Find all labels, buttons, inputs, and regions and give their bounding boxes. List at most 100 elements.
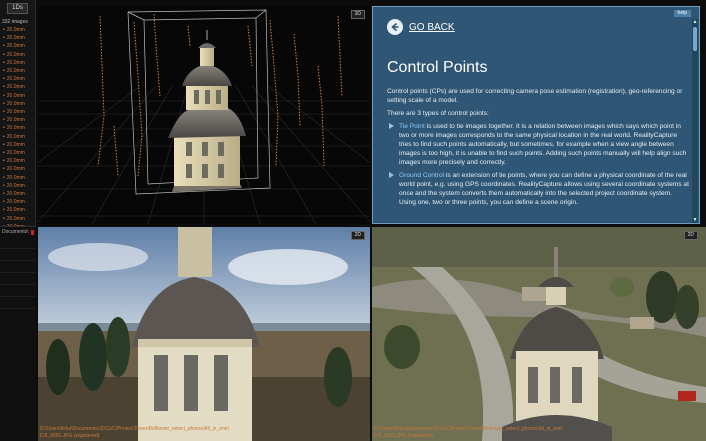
image-status-icon: • <box>3 27 5 33</box>
view-2d-right[interactable]: 2D D:\Users\Ilkka\Documents\3DCaC\Photos… <box>372 227 706 441</box>
image-focal-label: 20.0mm <box>6 43 25 50</box>
image-focal-label: 20.0mm <box>6 150 25 157</box>
image-focal-label: 20.0mm <box>6 51 25 58</box>
image-focal-label: 20.0mm <box>6 199 25 206</box>
bullet-icon <box>389 123 394 129</box>
go-back-label[interactable]: GO BACK <box>409 22 455 33</box>
image-status-icon: • <box>3 68 5 75</box>
image-focal-label: 20.0mm <box>6 84 25 91</box>
image-list-item[interactable]: •20.0mm <box>0 26 35 34</box>
scroll-thumb[interactable] <box>693 27 697 51</box>
image-list-item[interactable]: •20.0mm <box>0 157 35 165</box>
image-list-item[interactable]: •20.0mm <box>0 165 35 173</box>
image-status-icon: • <box>3 35 5 42</box>
view-type-badge[interactable]: 3D <box>350 10 365 19</box>
bullet-icon <box>389 172 394 178</box>
image-list-item[interactable]: •20.0mm <box>0 206 35 214</box>
image-count: 332 images <box>2 19 28 25</box>
image-list-item[interactable]: •20.0mm <box>0 133 35 141</box>
image-list-item[interactable]: •20.0mm <box>0 75 35 83</box>
image-list: • 20.0mm • 20.0mm • 20.0mm • 20.0mm • 20.0mm • 20.0… <box>0 26 35 231</box>
image-status-icon: • <box>3 182 5 189</box>
list-item: Ground Control is an extension of tie po… <box>387 171 689 207</box>
image-list-item[interactable]: •20.0mm <box>0 149 35 157</box>
image-status-icon: • <box>3 51 5 58</box>
image-focal-label: 20.0mm <box>6 117 25 124</box>
image-list-item[interactable]: •20.0mm <box>0 51 35 59</box>
photo-tower-aerial <box>372 227 706 441</box>
image-list-item[interactable]: •20.0mm <box>0 34 35 42</box>
image-status-icon: • <box>3 76 5 83</box>
image-status-icon: • <box>3 125 5 132</box>
image-list-item[interactable]: •20.0mm <box>0 108 35 116</box>
list-item: Tie Point is used to tie images together… <box>387 122 689 167</box>
image-list-item[interactable]: •20.0mm <box>0 116 35 124</box>
image-status-icon: • <box>3 199 5 206</box>
image-status-icon: • <box>3 117 5 124</box>
image-list-item[interactable]: •20.0mm <box>0 174 35 182</box>
image-list-item[interactable]: •20.0mm <box>0 42 35 50</box>
photo-tower-ground <box>38 227 370 441</box>
image-status-icon: • <box>3 150 5 157</box>
image-focal-label: 20.0mm <box>6 100 25 107</box>
image-status-icon: • <box>3 141 5 148</box>
help-body: Control points (CPs) are used for correc… <box>387 87 689 211</box>
app-window: 1Ds 332 images • 20.0mm • 20.0mm • 20.0mm • 20.… <box>0 0 706 441</box>
image-focal-label: 20.0mm <box>6 191 25 198</box>
image-status-icon: • <box>3 109 5 116</box>
list-item[interactable] <box>0 285 36 297</box>
image-list-item[interactable]: •20.0mm <box>0 59 35 67</box>
image-status-icon: • <box>3 158 5 165</box>
image-status-icon: • <box>3 174 5 181</box>
view-2d-left[interactable]: 2D D:\Users\Ilkka\Documents\3DCaC\Photos… <box>38 227 370 441</box>
scroll-up-icon[interactable]: ▲ <box>692 19 698 25</box>
image-list-item[interactable]: •20.0mm <box>0 100 35 108</box>
list-item[interactable] <box>0 249 36 261</box>
image-status-icon: • <box>3 207 5 214</box>
image-focal-label: 20.0mm <box>6 141 25 148</box>
image-list-item[interactable]: •20.0mm <box>0 141 35 149</box>
image-list-item[interactable]: •20.0mm <box>0 215 35 223</box>
image-focal-label: 20.0mm <box>6 35 25 42</box>
list-item[interactable] <box>0 297 36 309</box>
help-types-intro: There are 3 types of control points: <box>387 110 489 117</box>
view-type-badge[interactable]: 2D <box>350 231 365 240</box>
help-intro: Control points (CPs) are used for correc… <box>387 88 683 104</box>
scroll-down-icon[interactable]: ▼ <box>692 217 698 223</box>
help-title: Control Points <box>387 59 488 76</box>
term-link[interactable]: Ground Control <box>399 172 444 179</box>
list-item[interactable] <box>0 237 36 249</box>
list-item[interactable] <box>0 273 36 285</box>
image-list-item[interactable]: •20.0mm <box>0 182 35 190</box>
view-type-badge[interactable]: 2D <box>683 231 698 240</box>
help-tab[interactable]: help <box>673 10 691 17</box>
view-3d[interactable]: 3D <box>38 6 370 224</box>
image-focal-label: 20.0mm <box>6 92 25 99</box>
image-focal-label: 20.0mm <box>6 59 25 66</box>
image-list-item[interactable]: •20.0mm <box>0 190 35 198</box>
folder-path: Documents\ <box>2 229 29 235</box>
panel-chip[interactable]: 1Ds <box>7 3 28 14</box>
image-focal-label: 20.0mm <box>6 76 25 83</box>
back-arrow-icon[interactable] <box>387 19 403 35</box>
image-list-item[interactable]: •20.0mm <box>0 124 35 132</box>
image-focal-label: 20.0mm <box>6 68 25 75</box>
close-icon[interactable] <box>30 229 34 235</box>
image-list-item[interactable]: •20.0mm <box>0 67 35 75</box>
point-cloud-render <box>38 9 370 224</box>
scrollbar[interactable]: ▲ ▼ <box>692 19 698 223</box>
help-panel: help ▲ ▼ GO BACK Control Points Control … <box>372 6 700 224</box>
image-list-item[interactable]: •20.0mm <box>0 83 35 91</box>
image-status-icon: • <box>3 43 5 50</box>
image-focal-label: 20.0mm <box>6 133 25 140</box>
list-item[interactable] <box>0 261 36 273</box>
go-back-button[interactable]: GO BACK <box>387 19 455 35</box>
image-list-item[interactable]: •20.0mm <box>0 92 35 100</box>
tower-model <box>168 30 246 192</box>
image-focal-label: 20.0mm <box>6 158 25 165</box>
image-status-icon: • <box>3 84 5 91</box>
image-status-icon: • <box>3 215 5 222</box>
image-filename: DJI_0081.JPG (registered) <box>40 433 100 439</box>
image-list-item[interactable]: •20.0mm <box>0 198 35 206</box>
term-link[interactable]: Tie Point <box>399 123 425 130</box>
